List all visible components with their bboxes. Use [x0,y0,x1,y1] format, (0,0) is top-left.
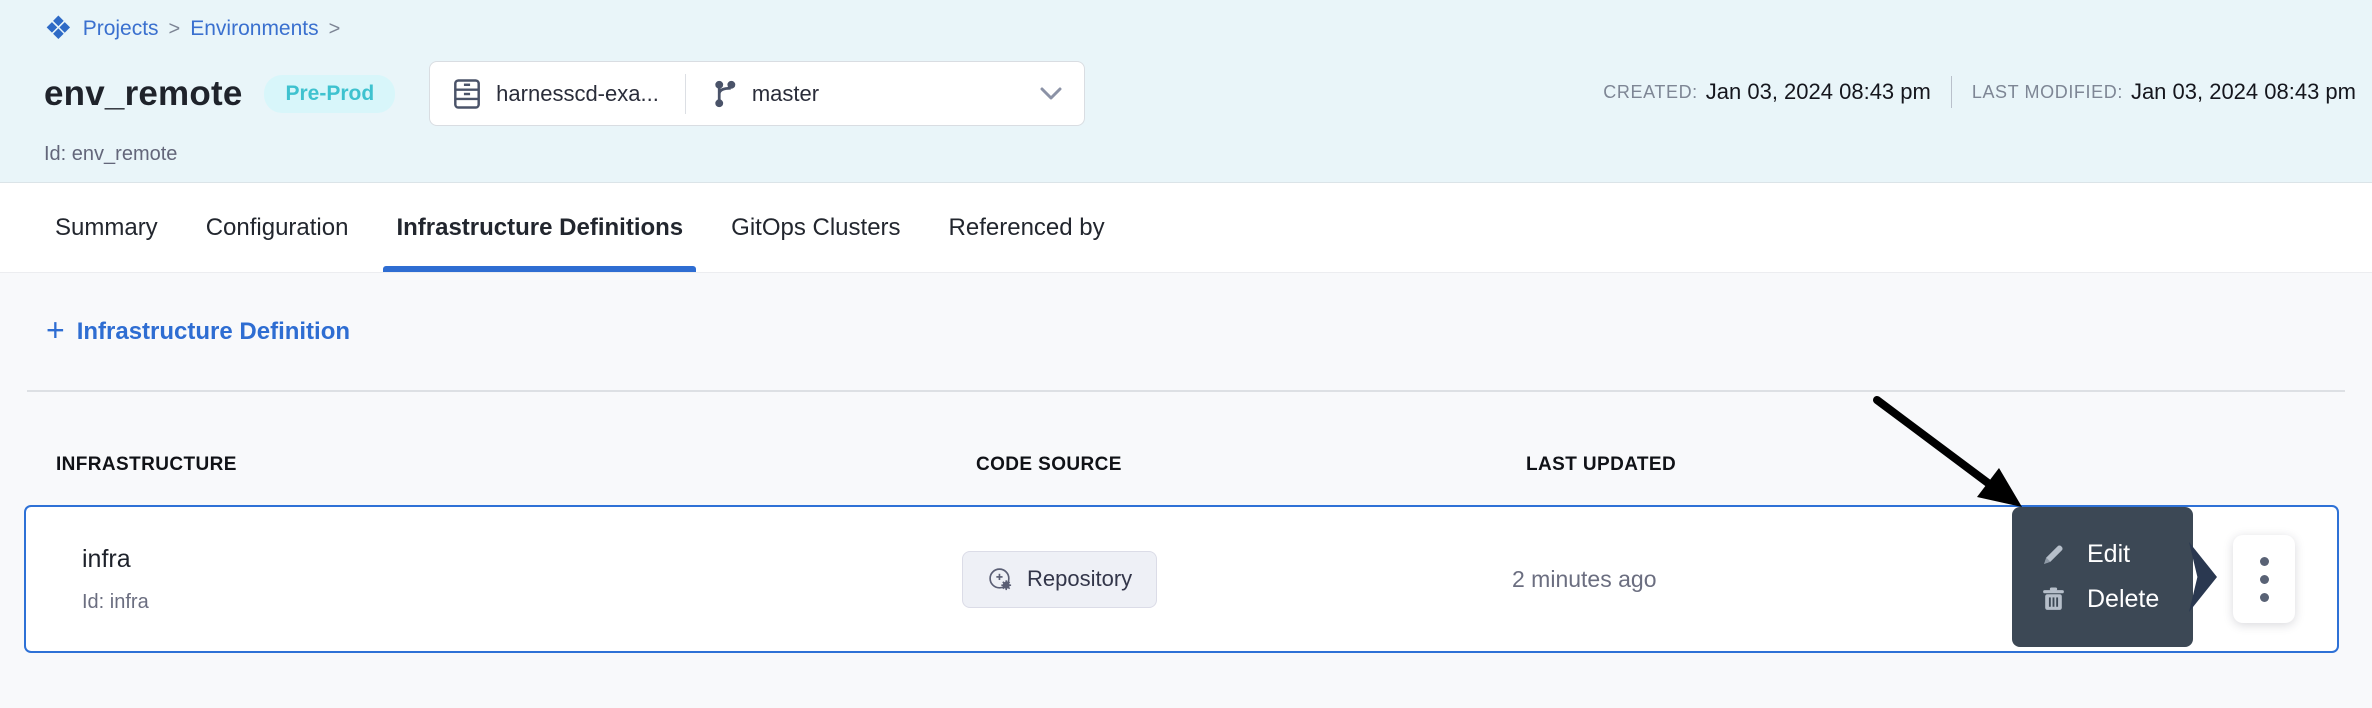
chevron-down-icon [1040,87,1062,100]
environment-details-page: ❖ Projects > Environments > env_remote P… [0,0,2372,708]
last-modified-value: Jan 03, 2024 08:43 pm [2131,79,2356,105]
code-source-badge: Repository [962,551,1157,608]
pencil-icon [2040,541,2067,568]
kebab-dot [2260,575,2269,584]
repository-icon [452,78,482,110]
cell-infrastructure: infra Id: infra [82,545,962,614]
breadcrumb-environments[interactable]: Environments [190,17,318,41]
repository-name: harnesscd-exa... [496,81,659,107]
add-button-label: Infrastructure Definition [77,318,350,346]
menu-item-delete-label: Delete [2087,585,2159,614]
created-label: CREATED: [1603,82,1697,103]
repo-branch-selector[interactable]: harnesscd-exa... master [429,61,1085,126]
page-header: ❖ Projects > Environments > env_remote P… [0,0,2372,183]
infrastructure-row-infra[interactable]: infra Id: infra [24,505,2339,653]
tab-gitops-clusters[interactable]: GitOps Clusters [718,183,913,272]
repository-store-icon [987,566,1014,593]
code-source-label: Repository [1027,566,1132,592]
entity-id: Id: env_remote [44,143,2372,166]
tab-infrastructure-definitions[interactable]: Infrastructure Definitions [383,183,696,272]
tab-referenced-by[interactable]: Referenced by [936,183,1118,272]
breadcrumb-separator: > [169,18,181,41]
selector-divider [685,74,686,114]
breadcrumb-separator: > [329,18,341,41]
git-branch-icon [712,79,738,109]
row-options-menu-button[interactable] [2233,535,2295,623]
created-value: Jan 03, 2024 08:43 pm [1706,79,1931,105]
tab-bar: Summary Configuration Infrastructure Def… [0,183,2372,273]
column-header-code-source: CODE SOURCE [976,454,1526,476]
last-modified-label: LAST MODIFIED: [1972,82,2123,103]
menu-item-delete[interactable]: Delete [2040,585,2193,614]
kebab-dot [2260,593,2269,602]
infrastructure-name: infra [82,545,962,574]
harness-projects-icon: ❖ [44,12,73,44]
infrastructure-id: Id: infra [82,591,962,614]
breadcrumb: ❖ Projects > Environments > [44,0,2372,45]
add-infrastructure-definition-button[interactable]: + Infrastructure Definition [46,316,350,348]
tab-configuration[interactable]: Configuration [193,183,362,272]
tab-summary[interactable]: Summary [42,183,171,272]
column-header-infrastructure: INFRASTRUCTURE [56,454,976,476]
menu-item-edit[interactable]: Edit [2040,540,2193,569]
menu-item-edit-label: Edit [2087,540,2130,569]
plus-icon: + [46,314,65,346]
breadcrumb-projects[interactable]: Projects [83,17,159,41]
row-context-menu: Edit Delete [2012,507,2193,647]
column-header-last-updated: LAST UPDATED [1526,454,2372,476]
page-title: env_remote [44,74,242,114]
timestamps: CREATED: Jan 03, 2024 08:43 pm LAST MODI… [1603,76,2356,108]
trash-icon [2040,586,2067,613]
cell-code-source: Repository [962,551,1512,608]
table-header-row: INFRASTRUCTURE CODE SOURCE LAST UPDATED [0,392,2372,476]
branch-name: master [752,81,819,107]
kebab-dot [2260,557,2269,566]
timestamp-divider [1951,76,1952,108]
env-type-badge: Pre-Prod [264,75,395,113]
